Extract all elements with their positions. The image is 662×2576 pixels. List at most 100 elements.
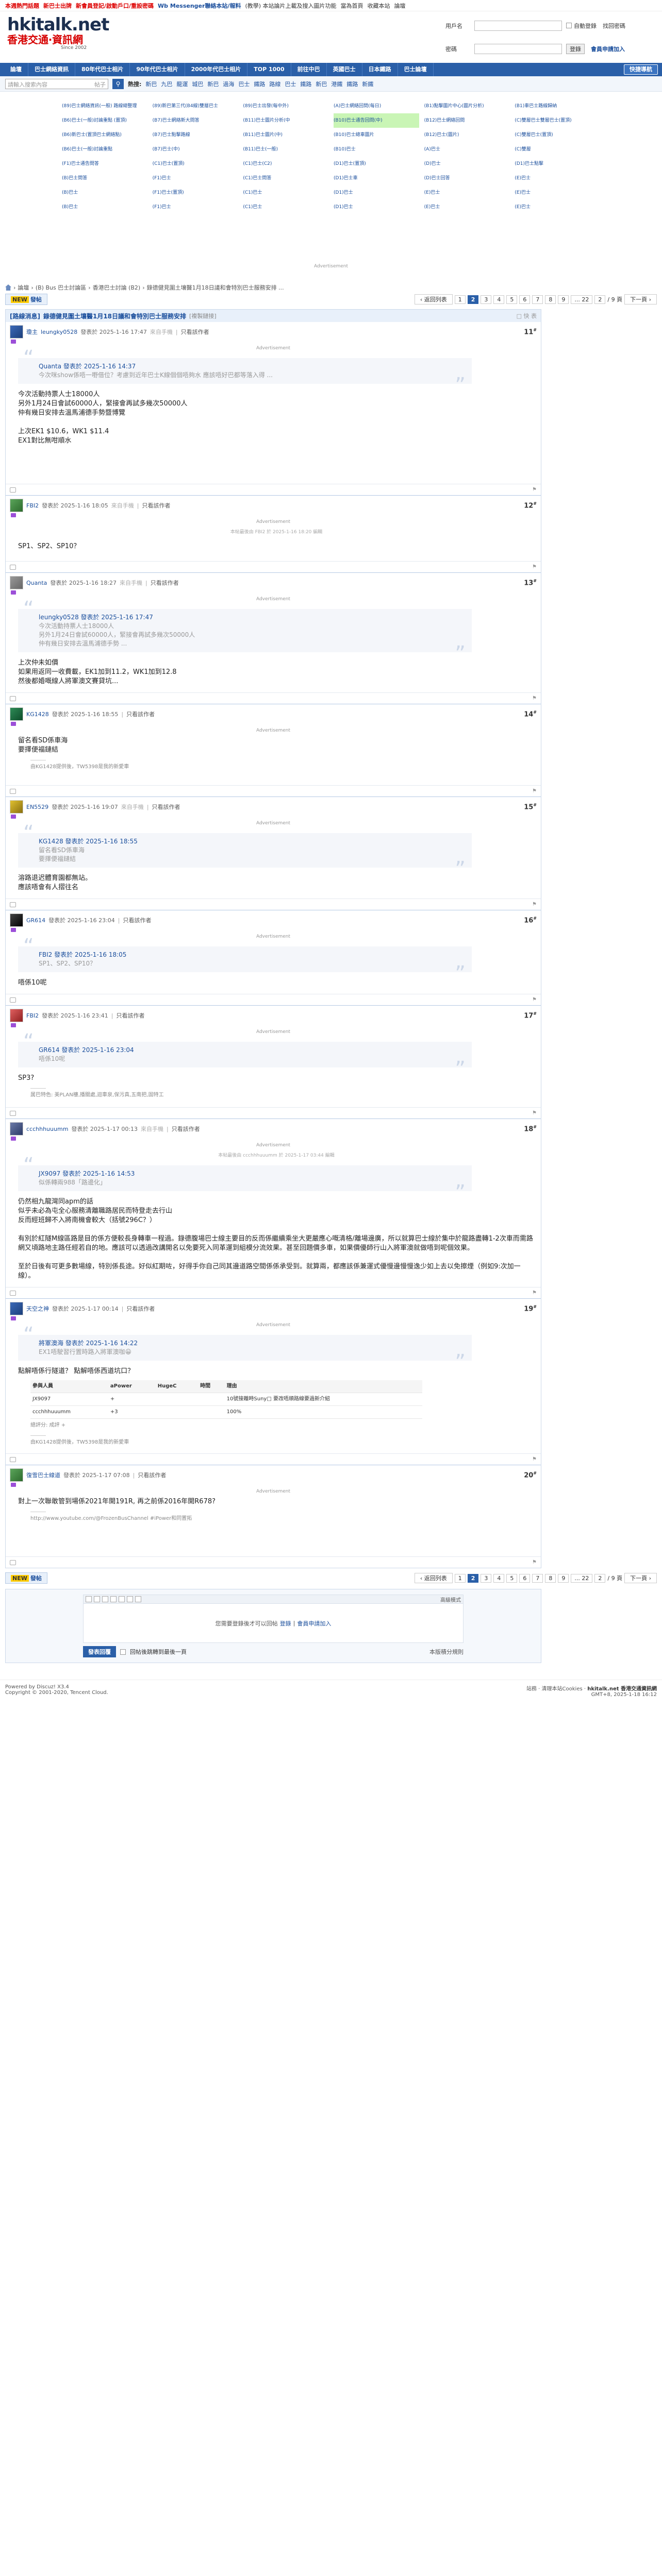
report-icon[interactable]: ⚑ <box>532 696 537 701</box>
forum-link[interactable]: (89)新巴第三代(B4線)雙層巴士 <box>153 99 238 113</box>
search-input[interactable]: 請輸入搜索內容 帖子 <box>5 78 108 89</box>
nav-bus-forum[interactable]: 巴士論壇 <box>398 63 434 76</box>
home-icon[interactable] <box>5 284 11 291</box>
page-button[interactable]: 3 <box>481 295 492 304</box>
forum-link[interactable]: (B)巴士 <box>62 200 147 214</box>
page-jump-input[interactable]: 2 <box>594 295 606 304</box>
nav-2000s[interactable]: 2000年代巴士相片 <box>185 63 248 76</box>
reply-icon[interactable] <box>10 788 16 794</box>
only-author-link[interactable]: 只看該作者 <box>123 916 152 924</box>
page-button[interactable]: 7 <box>532 1573 543 1583</box>
hot-term[interactable]: 新鐵 <box>362 80 373 88</box>
page-button[interactable]: 4 <box>493 1573 505 1583</box>
back-to-list-button[interactable]: ‹ 返回列表 <box>414 294 453 304</box>
login-button[interactable]: 登錄 <box>566 43 585 54</box>
forum-link[interactable]: (C)雙層 <box>515 142 600 157</box>
nav-uk-bus[interactable]: 英國巴士 <box>327 63 362 76</box>
quote-icon[interactable] <box>110 1596 117 1602</box>
forum-link[interactable]: (B12)巴士(圖片) <box>424 128 510 142</box>
post-author[interactable]: Quanta <box>26 580 47 586</box>
page-button[interactable]: 6 <box>519 295 531 304</box>
reply-icon[interactable] <box>10 902 16 907</box>
hot-term[interactable]: 鐵路 <box>300 80 311 88</box>
page-button[interactable]: 6 <box>519 1573 531 1583</box>
page-button-last[interactable]: ... 22 <box>571 295 593 304</box>
forum-link[interactable]: (B12)巴士網絡回問 <box>424 113 510 128</box>
top-link-newbus[interactable]: 新巴士出牌 <box>43 2 72 10</box>
quote-head[interactable]: KG1428 發表於 2025-1-16 18:55 <box>39 837 466 846</box>
search-scope-select[interactable]: 帖子 <box>94 80 106 88</box>
avatar[interactable] <box>10 800 23 814</box>
post-reply-button[interactable]: 發表回覆 <box>83 1646 116 1657</box>
forum-link[interactable]: (C1)巴士(C2) <box>243 157 328 171</box>
hot-term[interactable]: 九巴 <box>161 80 172 88</box>
post-author[interactable]: ccchhhuuumm <box>26 1126 68 1132</box>
quote-head[interactable]: JX9097 發表於 2025-1-16 14:53 <box>39 1170 466 1178</box>
hot-term[interactable]: 新巴 <box>316 80 327 88</box>
avatar[interactable] <box>10 1122 23 1136</box>
hot-term[interactable]: 鐵路 <box>346 80 358 88</box>
post-author-extra[interactable]: leungky0528 <box>41 329 77 335</box>
forum-link[interactable]: (B7)巴士(中) <box>153 142 238 157</box>
hot-term[interactable]: 城巴 <box>192 80 203 88</box>
thread-tools[interactable]: □ 快 表 <box>517 312 537 320</box>
only-author-link[interactable]: 只看該作者 <box>172 1125 200 1133</box>
forum-link[interactable]: (A)巴士 <box>424 142 510 157</box>
forum-link[interactable]: (89)巴士出發(每中外) <box>243 99 328 113</box>
back-to-list-button[interactable]: ‹ 返回列表 <box>414 1573 453 1583</box>
top-link-tutorial[interactable]: (教學) 本站論片上載及搜入圖片功能 <box>245 2 336 10</box>
breadcrumb-item[interactable]: 論壇 <box>18 283 29 292</box>
bold-icon[interactable] <box>86 1596 92 1602</box>
nav-cmb[interactable]: 前往中巴 <box>291 63 327 76</box>
top-link-messenger[interactable]: Wb Messenger聯絡本站/報料 <box>158 2 241 10</box>
quote-head[interactable]: GR614 發表於 2025-1-16 23:04 <box>39 1046 466 1055</box>
report-icon[interactable]: ⚑ <box>532 1290 537 1296</box>
hot-term[interactable]: 路線 <box>269 80 280 88</box>
forum-link[interactable]: (E)巴士 <box>424 200 510 214</box>
post-author[interactable]: FBI2 <box>26 502 39 509</box>
new-thread-button-bottom[interactable]: NEW 發帖 <box>5 1572 47 1584</box>
advanced-mode-link[interactable]: 高級模式 <box>440 1596 461 1603</box>
reply-register-link[interactable]: 會員申請加入 <box>297 1619 331 1628</box>
forum-link[interactable]: (B1)車巴士路線歸納 <box>515 99 600 113</box>
forum-link[interactable]: (D1)巴士車 <box>334 171 419 185</box>
forum-link[interactable]: (E)巴士 <box>515 200 600 214</box>
page-button-current[interactable]: 2 <box>467 295 479 304</box>
footer-site[interactable]: hkitalk.net 香港交通資訊網 <box>587 1686 657 1692</box>
page-button[interactable]: 9 <box>558 1573 569 1583</box>
thread-prefix[interactable]: [路線消息] <box>10 312 40 320</box>
forum-link[interactable]: (F1)巴士(置頂) <box>153 185 238 200</box>
avatar[interactable] <box>10 499 23 512</box>
page-button[interactable]: 7 <box>532 295 543 304</box>
only-author-link[interactable]: 只看該作者 <box>126 1304 155 1313</box>
reply-icon[interactable] <box>10 1560 16 1565</box>
breadcrumb-item[interactable]: (B) Bus 巴士討論區 <box>36 283 86 292</box>
nav-forum[interactable]: 論壇 <box>4 63 28 76</box>
report-icon[interactable]: ⚑ <box>532 487 537 493</box>
page-button[interactable]: 1 <box>454 295 466 304</box>
find-password-link[interactable]: 找回密碼 <box>603 22 625 30</box>
post-author[interactable]: EN5529 <box>26 804 48 810</box>
avatar[interactable] <box>10 707 23 721</box>
hot-term[interactable]: 港鐵 <box>331 80 342 88</box>
auto-login-option[interactable]: 自動登錄 找回密碼 <box>562 22 655 30</box>
page-button[interactable]: 9 <box>558 295 569 304</box>
forum-link[interactable]: (C)雙層巴士雙層巴士(置頂) <box>515 113 600 128</box>
smiley-icon[interactable] <box>127 1596 133 1602</box>
quote-head[interactable]: leungky0528 發表於 2025-1-16 17:47 <box>39 613 466 622</box>
report-icon[interactable]: ⚑ <box>532 788 537 794</box>
page-button[interactable]: 4 <box>493 295 505 304</box>
quote-head[interactable]: FBI2 發表於 2025-1-16 18:05 <box>39 951 466 959</box>
page-button-current[interactable]: 2 <box>467 1573 479 1583</box>
forum-link[interactable]: (D1)巴士(置頂) <box>334 157 419 171</box>
breadcrumb-item[interactable]: 香港巴士討論 (B2) <box>93 283 141 292</box>
quick-nav-button[interactable]: 快捷導航 <box>624 64 658 75</box>
top-link-bookmark[interactable]: 收藏本站 <box>368 2 390 10</box>
forum-link[interactable]: (B10)巴士總車圖片 <box>334 128 419 142</box>
page-button[interactable]: 1 <box>454 1573 466 1583</box>
forum-link[interactable]: (B11)巴士圖片分析(中 <box>243 113 328 128</box>
report-icon[interactable]: ⚑ <box>532 902 537 907</box>
avatar[interactable] <box>10 576 23 589</box>
post-author[interactable]: FBI2 <box>26 1012 39 1019</box>
forum-link[interactable]: (D)巴士回答 <box>424 171 510 185</box>
